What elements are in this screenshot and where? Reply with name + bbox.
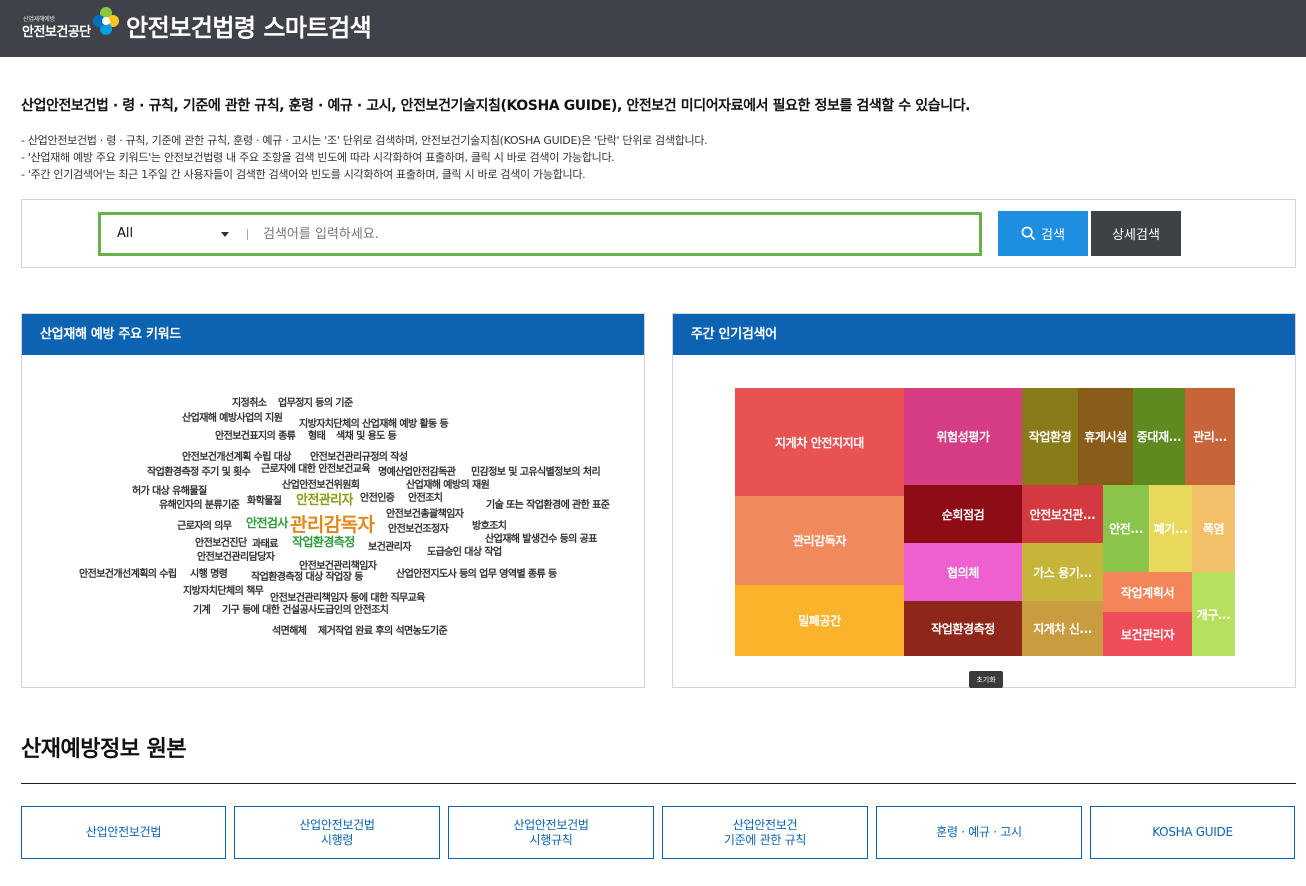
search-box: All: [98, 212, 982, 256]
detail-search-button[interactable]: 상세검색: [1091, 211, 1181, 256]
keyword-item[interactable]: 산업재해 예방사업의 지원: [182, 409, 283, 424]
kosha-cross-icon: [93, 7, 119, 35]
popular-panel: 주간 인기검색어 지게차 안전지지대 위험성평가 작업환경 휴게시설 중대재... 관리.…: [672, 313, 1296, 688]
keyword-item[interactable]: 작업환경측정 대상 작업장 등: [251, 568, 363, 583]
treemap-tile[interactable]: 지게차 신...: [1022, 601, 1103, 656]
keyword-item[interactable]: 작업환경측정 주기 및 횟수: [147, 463, 251, 478]
section-title: 산재예방정보 원본: [21, 737, 187, 762]
top-header: 산업재해예방 안전보건공단 안전보건법령 스마트검색: [0, 0, 1306, 57]
keyword-item[interactable]: 제거작업 완료 후의 석면농도기준: [318, 622, 448, 637]
search-panel: All 검색 상세검색: [21, 199, 1296, 268]
keyword-item[interactable]: 안전인증: [360, 489, 395, 504]
logo-text: 안전보건공단: [22, 25, 91, 40]
keyword-item[interactable]: 안전보건표지의 종류: [215, 427, 296, 442]
popular-panel-title: 주간 인기검색어: [673, 314, 1295, 355]
search-input[interactable]: [263, 221, 963, 247]
original-link-button[interactable]: 산업안전보건법 시행령: [234, 806, 440, 859]
keyword-item[interactable]: 산업재해 발생건수 등의 공표: [485, 530, 597, 545]
keyword-item[interactable]: 안전보건개선계획의 수립: [79, 565, 177, 580]
search-icon: [1021, 226, 1036, 241]
search-button-label: 검색: [1041, 227, 1065, 242]
keyword-item[interactable]: 허가 대상 유해물질: [132, 482, 207, 497]
keyword-item[interactable]: 업무정지 등의 기준: [278, 394, 353, 409]
keyword-item[interactable]: 형태: [308, 427, 326, 442]
keyword-item[interactable]: 기술 또는 작업환경에 관한 표준: [486, 496, 610, 511]
original-link-button[interactable]: 산업안전보건법 시행규칙: [448, 806, 654, 859]
search-scope-value: All: [117, 226, 134, 241]
keyword-item[interactable]: 근로자의 의무: [177, 517, 232, 532]
detail-search-label: 상세검색: [1112, 227, 1160, 242]
original-link-button[interactable]: 훈령 · 예규 · 고시: [876, 806, 1082, 859]
section-divider: [21, 783, 1296, 784]
divider: [247, 229, 248, 240]
treemap-tile[interactable]: 작업계획서: [1103, 572, 1192, 612]
keyword-item[interactable]: 지방자치단체의 책무: [183, 582, 264, 597]
original-link-button[interactable]: KOSHA GUIDE: [1090, 806, 1295, 859]
treemap-tile[interactable]: 개구...: [1192, 572, 1235, 656]
intro-note: - '산업재해 예방 주요 키워드'는 안전보건법령 내 주요 조항을 검색 빈…: [21, 151, 615, 164]
original-link-button[interactable]: 산업안전보건 기준에 관한 규칙: [662, 806, 868, 859]
keyword-item[interactable]: 작업환경측정: [292, 533, 355, 550]
treemap-tile[interactable]: 중대재...: [1133, 388, 1185, 485]
treemap-tile[interactable]: 보건관리자: [1103, 612, 1192, 656]
treemap-tile[interactable]: 협의체: [904, 543, 1022, 601]
keyword-item[interactable]: 안전조치: [408, 489, 443, 504]
original-link-button[interactable]: 산업안전보건법: [21, 806, 226, 859]
keyword-item[interactable]: 산업안전지도사 등의 업무 영역별 종류 등: [396, 565, 557, 580]
keyword-item[interactable]: 안전검사: [246, 514, 288, 531]
keyword-item[interactable]: 석면해체: [272, 622, 307, 637]
keyword-item[interactable]: 근로자에 대한 안전보건교육: [261, 460, 371, 475]
popular-treemap: 지게차 안전지지대 위험성평가 작업환경 휴게시설 중대재... 관리... 관리감독자 순회…: [735, 388, 1235, 656]
treemap-tile[interactable]: 위험성평가: [904, 388, 1022, 485]
keyword-item[interactable]: 안전관리자: [296, 489, 353, 508]
page-title[interactable]: 안전보건법령 스마트검색: [126, 8, 372, 43]
keyword-item[interactable]: 안전보건조정자: [388, 520, 449, 535]
keyword-item[interactable]: 민감정보 및 고유식별정보의 처리: [471, 463, 601, 478]
treemap-tile[interactable]: 관리감독자: [735, 496, 904, 585]
treemap-tile[interactable]: 안전...: [1103, 485, 1149, 572]
search-button[interactable]: 검색: [998, 211, 1088, 256]
treemap-tile[interactable]: 지게차 안전지지대: [735, 388, 904, 496]
keywords-panel-title: 산업재해 예방 주요 키워드: [22, 314, 644, 355]
keyword-item[interactable]: 보건관리자: [368, 538, 412, 553]
keyword-item[interactable]: 시행 명령: [190, 565, 228, 580]
intro-headline: 산업안전보건법 · 령 · 규칙, 기준에 관한 규칙, 훈령 · 예규 · 고…: [21, 98, 971, 114]
treemap-tile[interactable]: 순회점검: [904, 485, 1022, 543]
keywords-panel: 산업재해 예방 주요 키워드 지정취소 업무정지 등의 기준 산업재해 예방사업의 …: [21, 313, 645, 688]
keyword-item[interactable]: 도급승인 대상 작업: [427, 543, 502, 558]
treemap-tile[interactable]: 작업환경: [1022, 388, 1078, 485]
keyword-item[interactable]: 기구 등에 대한 건설공사도급인의 안전조치: [222, 601, 389, 616]
treemap-tile[interactable]: 밀폐공간: [735, 585, 904, 656]
treemap-tile[interactable]: 가스 용기...: [1022, 543, 1103, 601]
treemap-tile[interactable]: 폭염: [1192, 485, 1235, 572]
treemap-tile[interactable]: 작업환경측정: [904, 601, 1022, 656]
keyword-item[interactable]: 화학물질: [247, 492, 282, 507]
keyword-item[interactable]: 안전보건총괄책임자: [386, 505, 464, 520]
treemap-tile[interactable]: 폐기...: [1149, 485, 1192, 572]
kosha-logo[interactable]: 산업재해예방 안전보건공단: [22, 6, 122, 42]
search-scope-select[interactable]: All: [117, 215, 237, 253]
treemap-tile[interactable]: 휴게시설: [1078, 388, 1133, 485]
keyword-item[interactable]: 기계: [193, 601, 211, 616]
chevron-down-icon[interactable]: [221, 232, 229, 237]
intro-note: - 산업안전보건법 · 령 · 규칙, 기준에 관한 규칙, 훈령 · 예규 ·…: [21, 134, 708, 147]
keyword-item[interactable]: 안전보건진단: [195, 534, 247, 549]
keyword-item[interactable]: 색채 및 용도 등: [336, 427, 397, 442]
keyword-item[interactable]: 안전보건관리담당자: [197, 548, 275, 563]
treemap-reset-button[interactable]: 초기화: [969, 671, 1003, 688]
keyword-item[interactable]: 지정취소: [232, 394, 267, 409]
treemap-tile[interactable]: 관리...: [1185, 388, 1235, 485]
intro-note: - '주간 인기검색어'는 최근 1주일 간 사용자들이 검색한 검색어와 빈도…: [21, 168, 586, 181]
keyword-item[interactable]: 유해인자의 분류기준: [159, 496, 240, 511]
treemap-tile[interactable]: 안전보건관...: [1022, 485, 1103, 543]
